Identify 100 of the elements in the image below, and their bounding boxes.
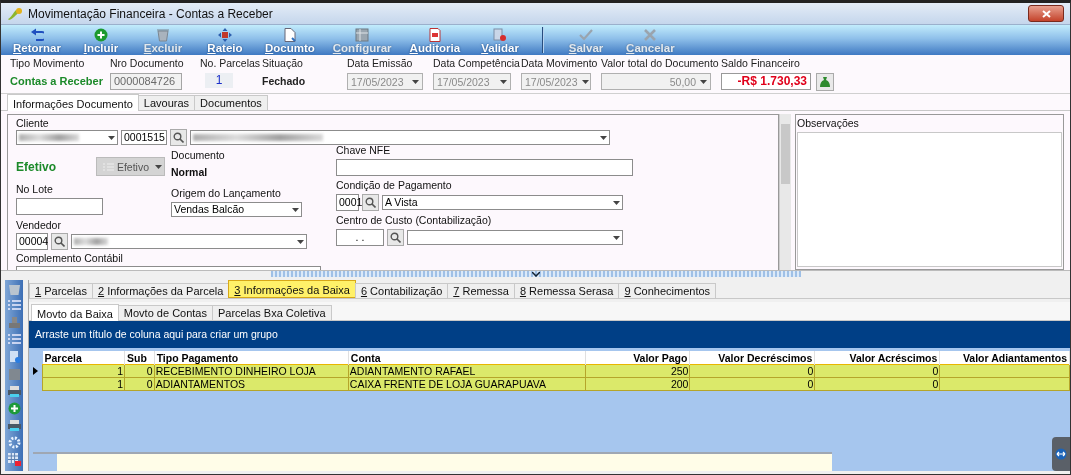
field-label: Data Movimento: [521, 57, 599, 69]
splitter-handle[interactable]: [270, 271, 801, 277]
stamp-icon[interactable]: [7, 317, 21, 330]
cross-icon: [643, 28, 658, 42]
column-header[interactable]: Parcela: [42, 351, 125, 365]
app-logo-icon: [7, 6, 23, 21]
search-icon: [390, 232, 401, 243]
column-header[interactable]: Conta: [348, 351, 586, 365]
search-button[interactable]: [362, 194, 379, 211]
money-bag-icon: [819, 76, 831, 88]
tab[interactable]: 6 Contabilização: [354, 283, 449, 298]
close-button[interactable]: [1028, 5, 1064, 22]
field-label: Centro de Custo (Contabilização): [336, 214, 493, 226]
input-field[interactable]: [16, 198, 103, 215]
field-label: Nro Documento: [110, 57, 185, 69]
side-tab[interactable]: [1052, 437, 1070, 471]
move-arrows-icon: [217, 28, 232, 42]
table-cell: 0: [814, 364, 940, 378]
status-text: Efetivo: [16, 159, 56, 174]
tab[interactable]: Movto de Contas: [117, 305, 213, 320]
group-by-banner: Arraste um título de coluna aqui para criar um grupo: [29, 321, 1070, 348]
search-button[interactable]: [51, 233, 68, 250]
caret-icon: [700, 79, 707, 84]
caret-icon: [600, 135, 607, 140]
field-label: No. Parcelas: [200, 57, 262, 69]
column-header[interactable]: Valor Pago: [585, 351, 690, 365]
tab[interactable]: Parcelas Bxa Coletiva: [212, 305, 332, 320]
field-label: Chave NFE: [336, 144, 392, 156]
table-cell: RECEBIMENTO DINHEIRO LOJA: [154, 364, 349, 378]
column-header[interactable]: Valor Acréscimos: [814, 351, 940, 365]
scrollbar[interactable]: [779, 114, 791, 270]
table-cell: 1: [42, 364, 125, 378]
add-icon[interactable]: [7, 402, 21, 415]
column-header[interactable]: Valor Adiantamentos: [939, 351, 1070, 365]
field-label: Data Emissão: [347, 57, 414, 69]
origin-dropdown[interactable]: Vendas Balcão: [171, 202, 302, 217]
document-dropdown[interactable]: [16, 130, 118, 145]
redaction-blur: [74, 238, 108, 245]
printer-icon[interactable]: [7, 419, 21, 432]
client-dropdown[interactable]: [190, 130, 610, 145]
search-button[interactable]: [170, 129, 187, 146]
cost-center-dropdown[interactable]: [407, 230, 623, 245]
balance-field: -R$ 1.730,33: [721, 73, 811, 90]
field-label: Origem do Lançamento: [171, 187, 282, 199]
field-label: Vendedor: [16, 219, 62, 231]
add-icon: [93, 28, 108, 42]
search-button[interactable]: [387, 229, 404, 246]
list-icon[interactable]: [7, 334, 21, 347]
tab[interactable]: Documentos: [194, 95, 268, 110]
seller-dropdown[interactable]: [71, 234, 307, 249]
input-field[interactable]: 0000084726: [110, 73, 182, 90]
settings-icon[interactable]: [7, 436, 21, 449]
table-cell: ADIANTAMENTO RAFAEL: [348, 364, 586, 378]
printer-icon[interactable]: [7, 385, 21, 398]
field-label: Documento: [171, 149, 226, 161]
table-cell: 250: [585, 364, 690, 378]
table-icon[interactable]: [7, 453, 21, 466]
tab[interactable]: 7 Remessa: [447, 283, 515, 298]
payment-dropdown[interactable]: A Vista: [382, 195, 623, 210]
caret-icon: [108, 135, 115, 140]
document-star-icon: [493, 28, 508, 42]
status-text: Fechado: [262, 74, 307, 87]
column-header[interactable]: Valor Decréscimos: [689, 351, 815, 365]
chevron-down-icon: [531, 271, 540, 277]
tab[interactable]: 2 Informações da Parcela: [92, 283, 230, 298]
column-header[interactable]: Tipo Pagamento: [154, 351, 349, 365]
code-field[interactable]: 0001515: [121, 130, 167, 145]
tab[interactable]: Lavouras: [137, 95, 196, 110]
grid-icon: [355, 28, 370, 42]
search-icon: [173, 132, 184, 143]
tab[interactable]: 8 Remessa Serasa: [513, 283, 620, 298]
check-icon: [579, 28, 594, 42]
tab[interactable]: Movto da Baixa: [31, 304, 119, 321]
input-field[interactable]: [336, 159, 633, 176]
field-label: Observações: [797, 117, 860, 129]
table-cell: 0: [689, 364, 815, 378]
tab[interactable]: 3 Informações da Baixa: [228, 280, 356, 298]
trash-icon[interactable]: [7, 283, 21, 296]
notes-field[interactable]: [797, 132, 1062, 267]
field-label: Valor total do Documento: [601, 57, 720, 69]
tab[interactable]: Informações Documento: [7, 94, 139, 111]
tab[interactable]: 9 Conhecimentos: [618, 283, 717, 298]
status-button: Efetivo: [95, 157, 165, 176]
field-label: Complemento Contábil: [16, 252, 124, 264]
table-cell: 0: [124, 364, 155, 378]
document-icon[interactable]: [7, 351, 21, 364]
redaction-blur: [19, 134, 79, 141]
field-label: Data Competência: [433, 57, 521, 69]
column-header[interactable]: Sub: [124, 351, 155, 365]
money-bag-button[interactable]: [816, 73, 834, 91]
search-icon: [54, 236, 65, 247]
tab[interactable]: 1 Parcelas: [29, 283, 93, 298]
code-field[interactable]: 00004: [16, 233, 48, 250]
code-field[interactable]: . .: [336, 229, 384, 246]
status-text: Contas a Receber: [10, 74, 104, 87]
list-icon[interactable]: [7, 300, 21, 313]
value-text: Normal: [171, 166, 209, 178]
row-pointer-icon: [33, 367, 38, 375]
count-field: 1: [205, 73, 233, 88]
caret-icon: [500, 79, 507, 84]
